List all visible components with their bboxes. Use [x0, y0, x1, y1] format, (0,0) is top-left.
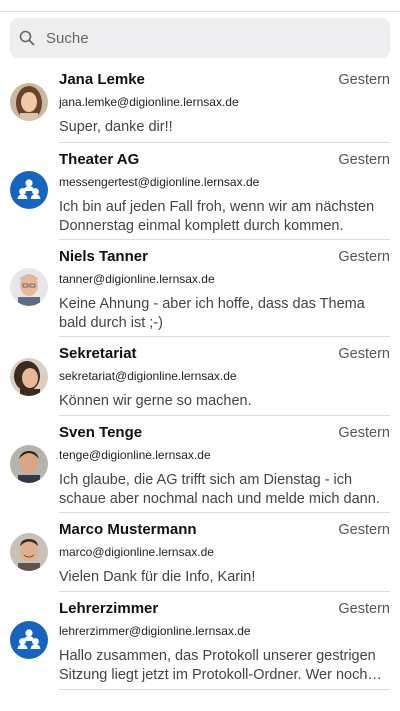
contact-email: tenge@digionline.lernsax.de: [59, 448, 211, 462]
avatar-photo: [10, 445, 48, 483]
timestamp: Gestern: [338, 425, 390, 441]
conversation-item-jana-lemke[interactable]: Jana Lemke Gestern jana.lemke@digionline…: [0, 63, 400, 143]
timestamp: Gestern: [338, 601, 390, 617]
group-icon: [10, 171, 48, 209]
conversation-item-lehrerzimmer[interactable]: Lehrerzimmer Gestern lehrerzimmer@digion…: [0, 592, 400, 690]
contact-email: jana.lemke@digionline.lernsax.de: [59, 95, 239, 109]
contact-email: sekretariat@digionline.lernsax.de: [59, 369, 237, 383]
message-preview: Ich bin auf jeden Fall froh, wenn wir am…: [59, 199, 375, 234]
conversation-item-marco-mustermann[interactable]: Marco Mustermann Gestern marco@digionlin…: [0, 513, 400, 592]
timestamp: Gestern: [338, 152, 390, 168]
timestamp: Gestern: [338, 72, 390, 88]
message-preview: Können wir gerne so machen.: [59, 393, 252, 409]
group-icon: [10, 621, 48, 659]
avatar-photo: [10, 83, 48, 121]
avatar-photo: [10, 268, 48, 306]
top-divider: [0, 11, 400, 12]
conversation-item-theater-ag[interactable]: Theater AG Gestern messengertest@digionl…: [0, 143, 400, 240]
message-preview: Hallo zusammen, das Protokoll unserer ge…: [59, 648, 376, 683]
row-divider: [59, 689, 390, 690]
search-icon: [16, 27, 38, 49]
contact-email: marco@digionline.lernsax.de: [59, 545, 214, 559]
conversation-item-sekretariat[interactable]: Sekretariat Gestern sekretariat@digionli…: [0, 337, 400, 416]
contact-email: tanner@digionline.lernsax.de: [59, 272, 215, 286]
avatar-photo: [10, 358, 48, 396]
timestamp: Gestern: [338, 522, 390, 538]
timestamp: Gestern: [338, 249, 390, 265]
search-input[interactable]: [44, 28, 368, 48]
conversation-item-niels-tanner[interactable]: Niels Tanner Gestern tanner@digionline.l…: [0, 240, 400, 337]
conversation-list: Jana Lemke Gestern jana.lemke@digionline…: [0, 63, 400, 690]
message-preview: Keine Ahnung - aber ich hoffe, dass das …: [59, 296, 365, 331]
contact-email: lehrerzimmer@digionline.lernsax.de: [59, 624, 251, 638]
contact-email: messengertest@digionline.lernsax.de: [59, 175, 260, 189]
message-preview: Vielen Dank für die Info, Karin!: [59, 569, 256, 585]
message-preview: Super, danke dir!!: [59, 119, 173, 135]
search-bar[interactable]: [10, 18, 390, 58]
timestamp: Gestern: [338, 346, 390, 362]
message-preview: Ich glaube, die AG trifft sich am Dienst…: [59, 472, 380, 507]
avatar-photo: [10, 533, 48, 571]
conversation-item-sven-tenge[interactable]: Sven Tenge Gestern tenge@digionline.lern…: [0, 416, 400, 513]
